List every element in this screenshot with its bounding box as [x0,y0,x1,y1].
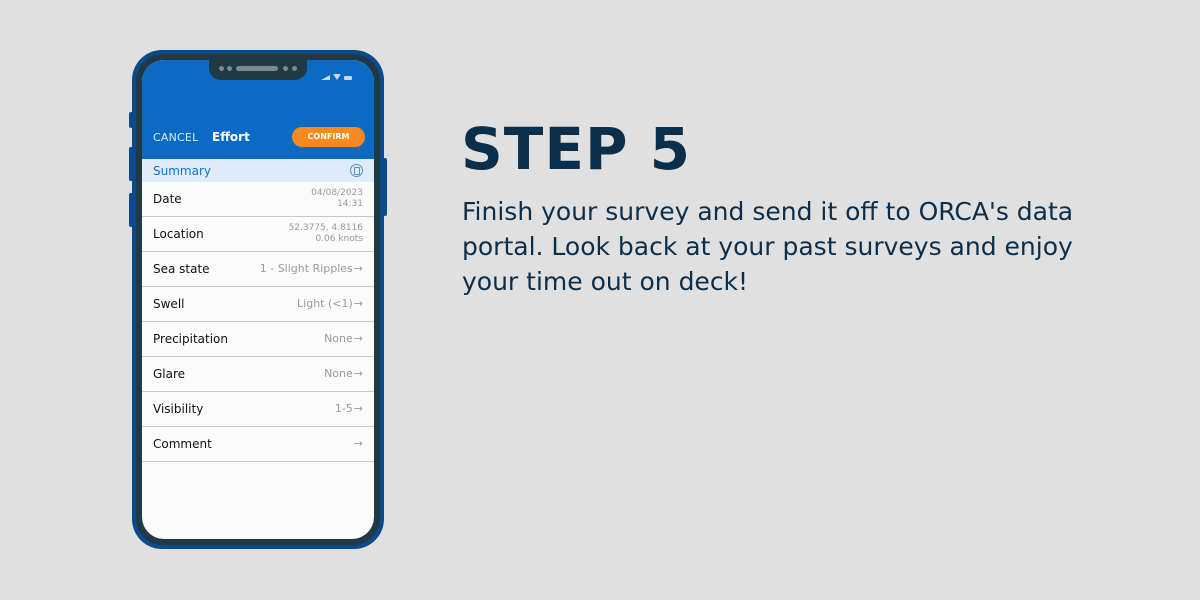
effort-fields-list: Date 04/08/2023 14:31 Location 52.3775, … [142,182,374,462]
field-row-date[interactable]: Date 04/08/2023 14:31 [142,182,374,217]
field-label: Comment [153,437,212,451]
wifi-icon [333,74,341,80]
phone-power-button [383,158,387,216]
field-value-text: Light (<1) [297,297,353,310]
field-label: Visibility [153,402,204,416]
field-value: 1 - Slight Ripples→ [260,262,363,275]
arrow-right-icon: → [353,367,363,380]
field-row-sea-state[interactable]: Sea state 1 - Slight Ripples→ [142,252,374,287]
field-value-text: 1-5 [334,402,353,415]
step-title: STEP 5 [461,115,692,183]
field-value-coordinates: 52.3775, 4.8116 [288,223,363,233]
field-row-glare[interactable]: Glare None→ [142,357,374,392]
summary-doc-icon[interactable] [350,164,363,177]
field-label: Swell [153,297,185,311]
screen-title: Effort [212,130,250,144]
step-description: Finish your survey and send it off to OR… [462,197,1074,296]
notch-sensor-dot [292,66,297,71]
field-value: → [353,437,363,450]
phone-notch [209,60,307,80]
field-row-precipitation[interactable]: Precipitation None→ [142,322,374,357]
signal-icon [321,75,330,80]
field-value-text: None [324,367,353,380]
arrow-right-icon: → [353,332,363,345]
field-label: Date [153,192,182,206]
field-label: Location [153,227,204,241]
arrow-right-icon: → [353,402,363,415]
field-value-time: 14:31 [337,199,363,209]
arrow-right-icon: → [353,297,363,310]
field-value: Light (<1)→ [297,297,363,310]
notch-camera-dot [227,66,232,71]
field-row-visibility[interactable]: Visibility 1-5→ [142,392,374,427]
field-value: None→ [324,367,363,380]
phone-mockup: CANCEL Effort CONFIRM Summary Date 04/08… [129,50,387,549]
field-value-date: 04/08/2023 [311,188,363,198]
field-row-swell[interactable]: Swell Light (<1)→ [142,287,374,322]
field-label: Precipitation [153,332,229,346]
phone-volume-down-button [129,193,133,227]
phone-volume-up-button [129,147,133,181]
notch-speaker [236,66,278,71]
field-label: Sea state [153,262,210,276]
phone-screen: CANCEL Effort CONFIRM Summary Date 04/08… [142,60,374,539]
status-bar-icons [321,74,352,80]
phone-side-button [129,112,133,128]
cancel-button[interactable]: CANCEL [153,131,198,144]
battery-icon [344,76,352,80]
summary-section-header: Summary [142,159,374,182]
arrow-right-icon: → [353,262,363,275]
field-label: Glare [153,367,186,381]
app-header: CANCEL Effort CONFIRM [142,60,374,159]
confirm-button[interactable]: CONFIRM [292,127,365,147]
notch-sensor-dot [219,66,224,71]
field-value: 1-5→ [335,402,363,415]
field-value-text: None [324,332,353,345]
field-value-text: 1 - Slight Ripples [259,262,353,275]
field-row-comment[interactable]: Comment → [142,427,374,462]
field-value-speed: 0.06 knots [315,234,363,244]
phone-bezel: CANCEL Effort CONFIRM Summary Date 04/08… [136,54,380,545]
notch-sensor-dot [283,66,288,71]
summary-label: Summary [153,164,211,178]
field-row-location[interactable]: Location 52.3775, 4.8116 0.06 knots [142,217,374,252]
arrow-right-icon: → [353,437,363,450]
field-value: None→ [324,332,363,345]
